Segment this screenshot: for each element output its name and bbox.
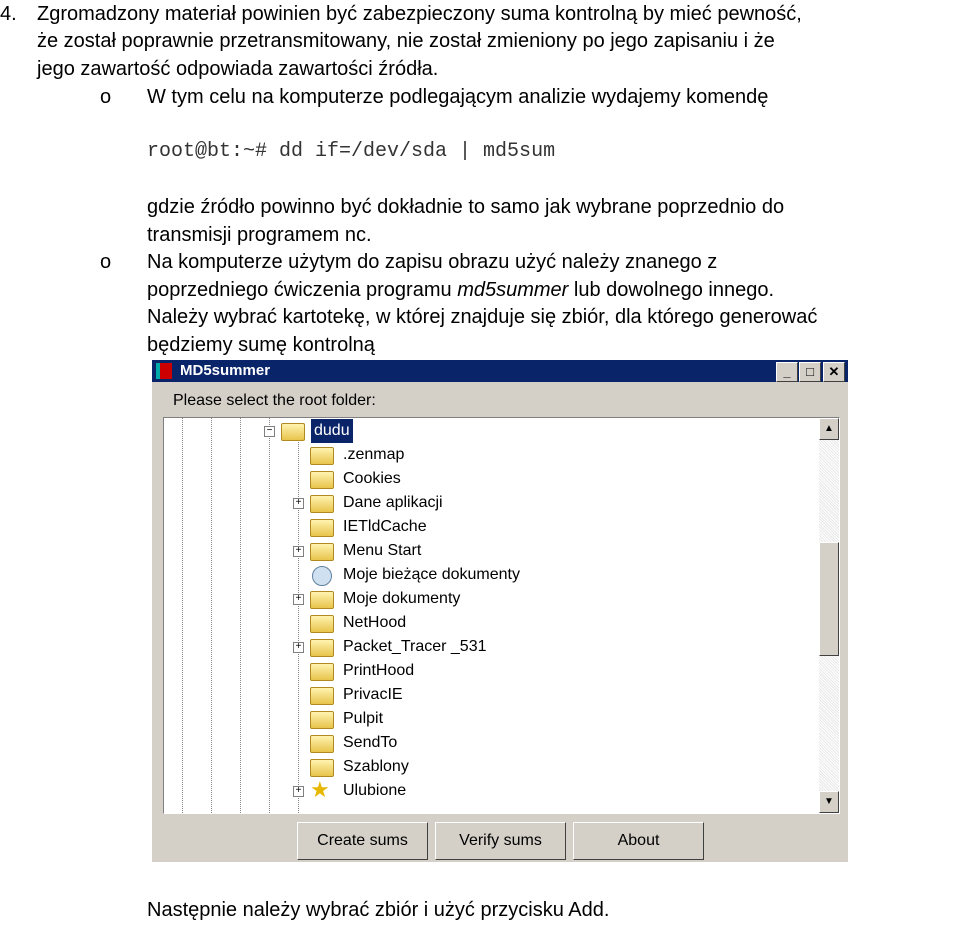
tree-item-label: NetHood [343,614,407,631]
folder-icon [310,759,334,777]
tree-item-label: dudu [311,419,353,443]
paragraph-line: Należy wybrać kartotekę, w której znajdu… [147,306,818,328]
tree-item[interactable]: Pulpit [164,707,814,731]
scroll-down-button[interactable]: ▼ [819,791,839,813]
bullet-text: poprzedniego ćwiczenia programu md5summe… [147,278,774,302]
create-sums-button[interactable]: Create sums [297,822,428,860]
tree-item[interactable]: Moje bieżące dokumenty [164,563,814,587]
command-line: root@bt:~# dd if=/dev/sda | md5sum [147,140,556,163]
plus-expander-icon[interactable]: + [293,498,304,509]
tree-item[interactable]: Cookies [164,467,814,491]
prompt-label: Please select the root folder: [173,392,376,409]
program-name: md5summer [457,279,569,301]
tree-item-label: Cookies [343,470,401,487]
tree-item-label: PrivacIE [343,686,403,703]
tree-item[interactable]: + ★ Ulubione [164,777,814,803]
paragraph-line: że został poprawnie przetransmitowany, n… [37,30,775,52]
tree-item-label: SendTo [343,734,398,751]
tree-item-label: Moje bieżące dokumenty [343,566,520,583]
md5summer-window: MD5summer _ □ ✕ Please select the root f… [152,360,848,862]
folder-tree[interactable]: ▲ ▼ − dudu .zenmap Cookies + Dane aplikacji IE… [163,417,840,814]
tree-item-label: Moje dokumenty [343,590,461,607]
tree-item[interactable]: + Moje dokumenty [164,587,814,611]
tree-item-label: PrintHood [343,662,415,679]
tree-item[interactable]: + Dane aplikacji [164,491,814,515]
text: lub dowolnego innego. [568,279,775,301]
recent-documents-icon [312,566,332,586]
folder-icon [310,543,334,561]
tree-item-label: IETldCache [343,518,427,535]
tree-item[interactable]: NetHood [164,611,814,635]
tree-item-label: Ulubione [343,782,407,799]
plus-expander-icon[interactable]: + [293,546,304,557]
maximize-button[interactable]: □ [799,362,821,382]
folder-icon [310,663,334,681]
tree-item[interactable]: PrivacIE [164,683,814,707]
text: poprzedniego ćwiczenia programu [147,279,458,301]
tree-item[interactable]: − dudu [164,419,814,443]
folder-icon [310,447,334,465]
item-number: 4. [0,3,17,25]
scrollbar[interactable]: ▲ ▼ [819,418,839,813]
folder-icon [310,711,334,729]
title-bar: MD5summer _ □ ✕ [152,360,848,382]
scroll-up-button[interactable]: ▲ [819,418,839,440]
minimize-button[interactable]: _ [776,362,798,382]
tree-item[interactable]: + Menu Start [164,539,814,563]
paragraph-line: Zgromadzony materiał powinien być zabezp… [37,3,802,25]
paragraph-line: będziemy sumę kontrolną [147,334,375,356]
tree-item-label: Packet_Tracer _531 [343,638,487,655]
about-button[interactable]: About [573,822,704,860]
final-sentence: Następnie należy wybrać zbiór i użyć prz… [147,899,610,921]
tree-item-label: Menu Start [343,542,422,559]
tree-item-label: .zenmap [343,446,405,463]
minus-expander-icon[interactable]: − [264,426,275,437]
note-line: gdzie źródło powinno być dokładnie to sa… [147,196,785,218]
tree-item[interactable]: Szablony [164,755,814,779]
folder-icon [310,495,334,513]
bullet-marker: o [100,86,112,108]
verify-sums-button[interactable]: Verify sums [435,822,566,860]
close-button[interactable]: ✕ [823,362,845,382]
paragraph-line: jego zawartość odpowiada zawartości źród… [37,58,439,80]
folder-icon [310,615,334,633]
scroll-thumb[interactable] [819,542,839,656]
folder-icon [310,639,334,657]
tree-item[interactable]: SendTo [164,731,814,755]
plus-expander-icon[interactable]: + [293,786,304,797]
note-line: transmisji programem nc. [147,224,372,246]
tree-item[interactable]: + Packet_Tracer _531 [164,635,814,659]
folder-icon [310,735,334,753]
tree-item-label: Pulpit [343,710,384,727]
plus-expander-icon[interactable]: + [293,642,304,653]
bullet-text: Na komputerze użytym do zapisu obrazu uż… [147,251,718,273]
bullet-marker: o [100,251,112,273]
tree-item-label: Dane aplikacji [343,494,443,511]
window-title: MD5summer [180,362,271,379]
app-icon [156,363,172,379]
bullet-text: W tym celu na komputerze podlegającym an… [147,86,769,108]
tree-item[interactable]: IETldCache [164,515,814,539]
folder-icon [310,591,334,609]
plus-expander-icon[interactable]: + [293,594,304,605]
folder-open-icon [281,423,305,441]
tree-item[interactable]: PrintHood [164,659,814,683]
folder-icon [310,471,334,489]
star-icon: ★ [310,777,330,802]
folder-icon [310,519,334,537]
tree-item[interactable]: .zenmap [164,443,814,467]
folder-icon [310,687,334,705]
tree-item-label: Szablony [343,758,409,775]
